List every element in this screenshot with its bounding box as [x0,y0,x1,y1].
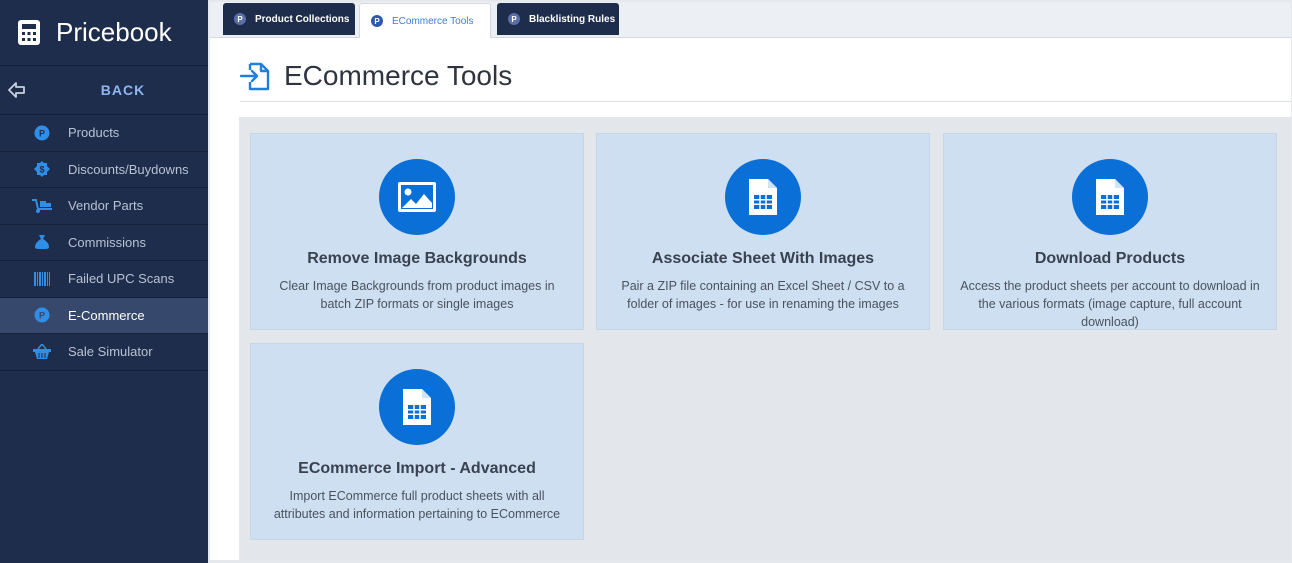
p-badge-icon: P [371,15,383,27]
sidebar-item-failed-upc-scans[interactable]: Failed UPC Scans [0,261,208,298]
card-icon-circle [725,159,801,235]
tab-bar: P Product Collections P ECommerce Tools … [210,2,1291,38]
tab-label: ECommerce Tools [392,15,474,27]
spreadsheet-file-icon [749,179,777,215]
tab-blacklisting-rules[interactable]: P Blacklisting Rules [497,3,619,35]
tab-label: Blacklisting Rules [529,13,616,25]
sidebar-item-products[interactable]: P Products [0,115,208,152]
tab-ecommerce-tools[interactable]: P ECommerce Tools [359,3,491,38]
app-title: Pricebook [56,17,172,47]
card-description: Pair a ZIP file containing an Excel Shee… [621,279,905,311]
card-icon-circle [1072,159,1148,235]
card-title: Associate Sheet With Images [651,250,875,267]
tab-product-collections[interactable]: P Product Collections [223,3,355,35]
card-description: Access the product sheets per account to… [960,279,1260,329]
content-area: P Product Collections P ECommerce Tools … [210,2,1291,560]
svg-text:$: $ [39,165,44,175]
arrow-left-icon [8,82,25,98]
sidebar-item-label: Commissions [68,234,147,250]
header-divider [240,101,1291,102]
page-header: ECommerce Tools [240,52,512,100]
calculator-icon [18,20,40,45]
sidebar-item-vendor-parts[interactable]: Vendor Parts [0,188,208,225]
barcode-icon [31,270,53,288]
import-file-icon [240,62,270,91]
back-button[interactable]: BACK [0,66,208,115]
p-badge-icon: P [508,13,520,25]
sidebar-item-label: Failed UPC Scans [68,271,175,287]
p-circle-icon: P [31,124,53,142]
svg-text:P: P [39,128,45,138]
money-bag-icon [31,233,53,251]
card-description: Import ECommerce full product sheets wit… [273,489,561,521]
back-label: BACK [100,82,146,98]
sidebar-item-label: E-Commerce [68,307,145,323]
sidebar: Pricebook BACK P Products $ Discounts/Bu… [0,0,208,563]
tools-panel: Remove Image Backgrounds Clear Image Bac… [239,117,1291,560]
card-icon-circle [379,369,455,445]
basket-icon [31,343,53,361]
card-remove-image-backgrounds[interactable]: Remove Image Backgrounds Clear Image Bac… [250,133,584,330]
sidebar-item-discounts[interactable]: $ Discounts/Buydowns [0,152,208,188]
dollar-tag-icon: $ [31,160,53,178]
app-window: Pricebook BACK P Products $ Discounts/Bu… [0,0,1292,563]
sidebar-item-commissions[interactable]: Commissions [0,225,208,261]
sidebar-item-label: Products [68,125,120,141]
card-title: ECommerce Import - Advanced [298,460,536,477]
spreadsheet-file-icon [403,389,431,425]
card-title: Download Products [1034,250,1186,267]
main-content: P Product Collections P ECommerce Tools … [208,0,1292,563]
card-title: Remove Image Backgrounds [307,250,527,267]
sidebar-item-label: Discounts/Buydowns [68,161,189,177]
card-ecommerce-import-advanced[interactable]: ECommerce Import - Advanced Import EComm… [250,343,584,540]
sidebar-item-label: Vendor Parts [68,198,144,214]
sidebar-item-sale-simulator[interactable]: Sale Simulator [0,334,208,371]
sidebar-item-e-commerce[interactable]: P E-Commerce [0,297,208,334]
card-icon-circle [379,159,455,235]
card-download-products[interactable]: Download Products Access the product she… [943,133,1277,330]
sidebar-item-label: Sale Simulator [68,344,153,360]
card-description: Clear Image Backgrounds from product ima… [279,279,555,311]
spreadsheet-file-icon [1096,179,1124,215]
hand-truck-icon [31,197,53,215]
image-icon [398,182,436,212]
page-title: ECommerce Tools [284,60,513,91]
p-badge-icon: P [234,13,246,25]
tab-label: Product Collections [255,13,350,25]
p-circle-icon: P [31,306,53,324]
card-associate-sheet-with-images[interactable]: Associate Sheet With Images Pair a ZIP f… [596,133,930,330]
svg-text:P: P [39,311,45,321]
brand-header: Pricebook [0,0,208,66]
